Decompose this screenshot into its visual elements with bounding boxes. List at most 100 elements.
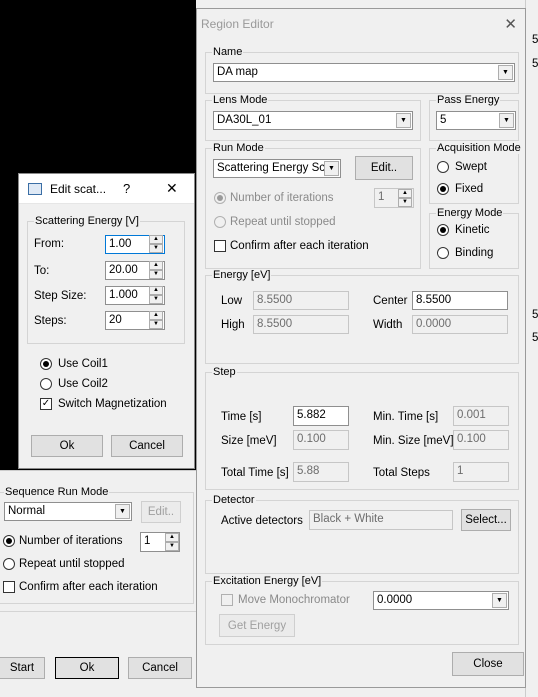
time-field[interactable]: 5.882 (293, 406, 349, 426)
chevron-down-icon: ▼ (115, 504, 130, 519)
to-label: To: (34, 265, 50, 277)
use-coil2-label: Use Coil2 (58, 378, 108, 390)
swept-label: Swept (455, 161, 487, 173)
repeat-until-stopped-label: Repeat until stopped (230, 216, 336, 228)
energy-group-label: Energy [eV] (212, 269, 272, 281)
lens-mode-select[interactable]: DA30L_01 ▼ (213, 111, 413, 130)
active-detectors-field: Black + White (309, 510, 453, 530)
bg-repeat-radio[interactable] (3, 558, 15, 570)
to-stepper[interactable]: ▲ ▼ (149, 261, 163, 280)
excitation-energy-value: 0.0000 (377, 594, 413, 606)
sequence-edit-button[interactable]: Edit.. (141, 501, 181, 523)
close-button[interactable]: Close (452, 652, 524, 676)
pass-energy-value: 5 (440, 114, 447, 126)
run-mode-select[interactable]: Scattering Energy Sca ▼ (213, 159, 341, 178)
edit-scat-dialog: Edit scat... ? ✕ Scattering Energy [V] F… (18, 173, 195, 469)
name-select[interactable]: DA map ▼ (213, 63, 515, 82)
scattering-energy-label: Scattering Energy [V] (34, 215, 140, 227)
kinetic-radio[interactable] (437, 224, 449, 236)
edit-scat-cancel-button[interactable]: Cancel (111, 435, 183, 457)
size-field[interactable]: 0.100 (293, 430, 349, 450)
chevron-down-icon: ▼ (499, 113, 514, 128)
fixed-radio[interactable] (437, 183, 449, 195)
lens-mode-label: Lens Mode (212, 94, 269, 106)
iterations-stepper[interactable]: ▲ ▼ (398, 189, 412, 208)
bg-number-iterations-radio[interactable] (3, 535, 15, 547)
min-size-field[interactable]: 0.100 (453, 430, 509, 450)
move-monochromator-checkbox[interactable] (221, 594, 233, 606)
total-steps-field: 1 (453, 462, 509, 482)
chevron-down-icon: ▼ (498, 65, 513, 80)
excitation-energy-select[interactable]: 0.0000 ▼ (373, 591, 509, 610)
energy-mode-group: Energy Mode (429, 207, 519, 269)
binding-radio[interactable] (437, 247, 449, 259)
right-strip-text-2: 5 (532, 58, 538, 70)
use-coil1-label: Use Coil1 (58, 358, 108, 370)
low-field[interactable]: 8.5500 (253, 291, 349, 310)
bg-separator (0, 611, 196, 612)
detector-group-label: Detector (212, 494, 256, 506)
bg-cancel-button[interactable]: Cancel (128, 657, 192, 679)
pass-energy-select[interactable]: 5 ▼ (436, 111, 516, 130)
help-icon[interactable]: ? (123, 182, 130, 196)
bg-ok-button[interactable]: Ok (55, 657, 119, 679)
number-iterations-label: Number of iterations (230, 192, 334, 204)
binding-label: Binding (455, 247, 494, 259)
step-group-label: Step (212, 366, 237, 378)
energy-mode-label: Energy Mode (436, 207, 504, 219)
edit-scat-ok-button[interactable]: Ok (31, 435, 103, 457)
from-stepper[interactable]: ▲ ▼ (149, 235, 163, 254)
min-time-label: Min. Time [s] (373, 411, 439, 423)
repeat-until-stopped-radio[interactable] (214, 216, 226, 228)
center-field[interactable]: 8.5500 (412, 291, 508, 310)
region-editor-title: Region Editor (201, 17, 274, 31)
get-energy-button[interactable]: Get Energy (219, 614, 295, 637)
region-editor-titlebar: Region Editor ✕ (197, 9, 525, 39)
steps-stepper[interactable]: ▲ ▼ (149, 311, 163, 330)
right-strip-text-4: 5 (532, 332, 538, 344)
edit-scat-title: Edit scat... (50, 182, 107, 196)
bg-start-button[interactable]: Start (0, 657, 45, 679)
bg-confirm-checkbox[interactable] (3, 581, 15, 593)
step-size-stepper[interactable]: ▲ ▼ (149, 286, 163, 305)
close-icon[interactable]: ✕ (504, 15, 517, 33)
kinetic-label: Kinetic (455, 224, 490, 236)
sequence-run-mode-label: Sequence Run Mode (4, 486, 110, 498)
region-editor-window: Region Editor ✕ Name DA map ▼ Lens Mode D… (196, 8, 526, 688)
high-label: High (221, 319, 245, 331)
high-field[interactable]: 8.5500 (253, 315, 349, 334)
chevron-down-icon: ▼ (396, 113, 411, 128)
swept-radio[interactable] (437, 161, 449, 173)
name-value: DA map (217, 66, 258, 78)
confirm-each-label: Confirm after each iteration (230, 240, 369, 252)
right-strip-text-1: 5 (532, 34, 538, 46)
chevron-down-icon: ▼ (492, 593, 507, 608)
sequence-run-mode-value: Normal (8, 505, 46, 517)
from-label: From: (34, 238, 65, 250)
total-time-label: Total Time [s] (221, 467, 289, 479)
close-icon[interactable]: ✕ (166, 181, 178, 195)
run-mode-edit-button[interactable]: Edit.. (355, 156, 413, 180)
acquisition-mode-label: Acquisition Mode (436, 142, 522, 154)
sequence-run-mode-select[interactable]: Normal ▼ (4, 502, 132, 521)
switch-magnetization-checkbox[interactable]: ✓ (40, 398, 52, 410)
fixed-label: Fixed (455, 183, 484, 195)
detector-select-button[interactable]: Select... (461, 509, 511, 531)
min-time-field[interactable]: 0.001 (453, 406, 509, 426)
bg-iterations-stepper[interactable]: ▲ ▼ (165, 533, 179, 552)
number-iterations-radio[interactable] (214, 192, 226, 204)
pass-energy-label: Pass Energy (436, 94, 501, 106)
total-steps-label: Total Steps (373, 467, 430, 479)
use-coil1-radio[interactable] (40, 358, 52, 370)
active-detectors-label: Active detectors (221, 515, 303, 527)
chevron-down-icon: ▼ (324, 161, 339, 176)
size-label: Size [meV] (221, 435, 277, 447)
use-coil2-radio[interactable] (40, 378, 52, 390)
min-size-label: Min. Size [meV] (373, 435, 454, 447)
confirm-each-checkbox[interactable] (214, 240, 226, 252)
step-size-label: Step Size: (34, 290, 87, 302)
steps-label: Steps: (34, 315, 67, 327)
background-window: Sequence Run Mode Normal ▼ Edit.. Number … (0, 470, 196, 697)
right-background-strip (525, 0, 538, 697)
width-field[interactable]: 0.0000 (412, 315, 508, 334)
